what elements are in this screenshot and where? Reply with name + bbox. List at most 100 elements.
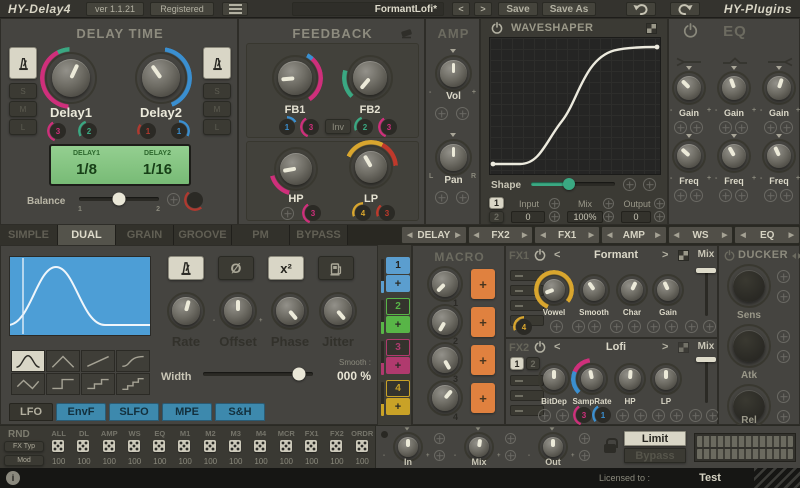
ducker-mod-add-icon[interactable] [777,290,790,303]
delay1-mod1-knob[interactable]: 3 [50,123,66,139]
fx2-mod-add-icon[interactable] [652,409,665,422]
fx2-lp-knob[interactable] [650,363,682,395]
dice-icon[interactable] [305,440,317,452]
eq-mod-add-icon[interactable] [764,121,777,134]
chain-next-icon[interactable]: ▶ [789,231,794,239]
fx1-mod-add-icon[interactable] [665,320,678,333]
chain-next-icon[interactable]: ▶ [722,231,727,239]
chain-prev-icon[interactable]: ◀ [407,231,412,239]
chain-next-icon[interactable]: ▶ [655,231,660,239]
eq-mod-add-icon[interactable] [690,189,703,202]
macro-slot-drag-handle[interactable]: + [386,275,410,292]
eq-gain3-knob[interactable] [762,71,796,105]
redo-button[interactable] [670,2,700,16]
fx1-randomize-icon[interactable] [678,250,689,261]
macro-slot-number[interactable]: 1 [386,257,410,274]
rnd-column-value[interactable]: 100 [350,457,375,466]
fx1-gain-knob[interactable] [652,274,684,306]
rnd-fxtyp-button[interactable]: FX Typ [4,441,44,452]
fx2-hp-knob[interactable] [614,363,646,395]
vol-mod-add-icon[interactable] [435,107,448,120]
out-mod-add-icon[interactable] [579,433,590,444]
preset-display[interactable]: FormantLofi* [292,2,444,16]
lfo-tab[interactable]: S&H [215,403,265,421]
fx1-mod-add-icon[interactable] [550,320,563,333]
hp-mod-add-icon[interactable] [281,207,294,220]
macro3-knob[interactable] [427,342,463,378]
fx2-mod-add-icon[interactable] [689,409,702,422]
ducker-power-icon[interactable] [724,250,735,261]
ducker-atk-knob[interactable] [727,324,771,368]
fx2-page2-button[interactable]: 2 [526,357,540,370]
fx1-mod-knob[interactable]: 4 [516,319,532,335]
lp-mod1-knob[interactable]: 4 [355,205,371,221]
balance-mod-knob[interactable] [187,192,203,208]
lfo-phase-invert-button[interactable]: Ø [218,256,254,280]
lp-mod2-knob[interactable]: 3 [379,205,395,221]
dice-icon[interactable] [77,440,89,452]
fx2-mod2-knob[interactable]: 1 [595,407,611,423]
delay2-mod2-knob[interactable]: 1 [171,123,187,139]
ws-input-value[interactable]: 0 [511,211,545,223]
in-mod-add-icon[interactable] [434,450,445,461]
macro-slot-number[interactable]: 2 [386,298,410,315]
waveshaper-graph[interactable] [489,37,661,175]
width-slider[interactable] [203,367,313,381]
fx1-mod-add-icon[interactable] [703,320,716,333]
fx1-mod-add-icon[interactable] [628,320,641,333]
fx2-next-button[interactable]: > [662,341,668,353]
fb2-mod2-knob[interactable]: 3 [381,119,397,135]
mix-mod-add-icon[interactable] [505,450,516,461]
limit-button[interactable]: Limit [624,431,686,446]
module-chain-item[interactable]: ◀ AMP ▶ [601,226,667,244]
sml-button[interactable]: L [203,119,231,135]
fx2-mod-add-icon[interactable] [634,409,647,422]
delay2-knob[interactable] [135,52,187,104]
pan-mod-add-icon[interactable] [456,191,469,204]
eq-mod-add-icon[interactable] [719,121,732,134]
mode-tab[interactable]: GRAIN [116,225,174,245]
ws-output-value[interactable]: 0 [621,211,651,223]
ducker-sens-knob[interactable] [727,264,771,308]
dice-icon[interactable] [103,440,115,452]
hp-mod-knob[interactable]: 3 [305,205,321,221]
dice-icon[interactable] [128,440,140,452]
macro3-drag-handle[interactable]: + [471,345,495,375]
macro-slot-drag-handle[interactable]: + [386,316,410,333]
lp-knob[interactable] [349,145,393,189]
rnd-column-value[interactable]: 100 [71,457,96,466]
sml-button[interactable]: S [9,83,37,99]
clear-icon[interactable] [399,27,414,39]
chain-prev-icon[interactable]: ◀ [540,231,545,239]
rnd-column-value[interactable]: 100 [97,457,122,466]
fx2-randomize-icon[interactable] [678,342,689,353]
lfo-phase-knob[interactable] [271,292,309,330]
fx2-power-icon[interactable] [534,341,546,353]
macro-slot-drag-handle[interactable]: + [386,357,410,374]
fx2-mix-slider[interactable] [694,355,718,405]
wave-scurve-button[interactable] [116,350,150,372]
dice-icon[interactable] [153,440,165,452]
chain-prev-icon[interactable]: ◀ [674,231,679,239]
bypass-button[interactable]: Bypass [624,448,686,463]
chain-prev-icon[interactable]: ◀ [740,231,745,239]
macro-slot-drag-handle[interactable]: + [386,398,410,415]
macro-slot[interactable]: 2 + [381,298,410,335]
fx1-mix-slider[interactable] [694,266,718,318]
preset-next-button[interactable]: > [474,2,492,16]
ducker-mod-add-icon[interactable] [777,330,790,343]
resize-handle[interactable] [754,468,800,488]
save-as-button[interactable]: Save As [542,2,596,16]
fx2-bitdep-knob[interactable] [538,363,570,395]
module-chain-item[interactable]: ◀ DELAY ▶ [401,226,467,244]
ws-mix-mod-icon[interactable] [603,198,614,209]
fx1-prev-button[interactable]: < [554,249,560,261]
dice-icon[interactable] [254,440,266,452]
shape-mod-add-icon[interactable] [643,178,656,191]
module-chain-item[interactable]: ◀ FX1 ▶ [534,226,600,244]
rnd-column-value[interactable]: 100 [324,457,349,466]
shape-mod-add-icon[interactable] [623,178,636,191]
eq-freq2-knob[interactable] [717,139,751,173]
fb1-knob[interactable] [272,55,318,101]
ws-input-mod-icon[interactable] [549,211,560,222]
